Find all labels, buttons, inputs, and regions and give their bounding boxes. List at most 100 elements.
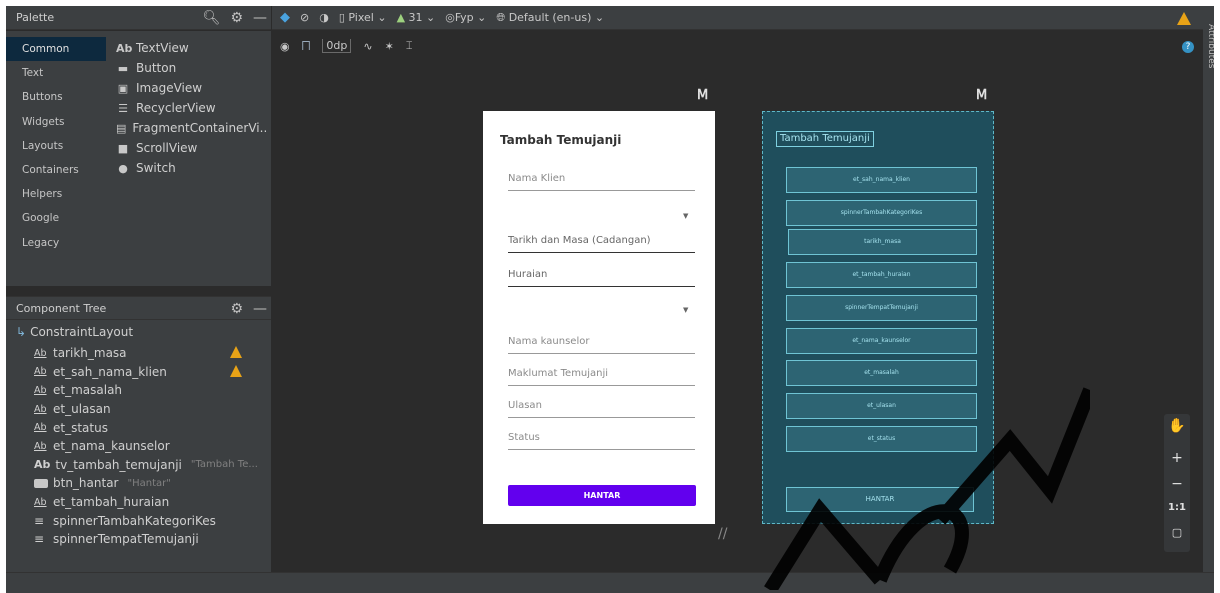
magnet-icon[interactable]: ⨅	[302, 39, 311, 53]
clear-constraints-icon[interactable]: ∿	[363, 40, 372, 53]
palette-category-text[interactable]: Text	[6, 61, 106, 85]
tree-item-label: spinnerTambahKategoriKes	[53, 513, 216, 528]
blueprint-box-spinnertambahkategorikes[interactable]: spinnerTambahKategoriKes	[786, 200, 977, 226]
palette-category-buttons[interactable]: Buttons	[6, 85, 106, 109]
layers-icon[interactable]: ◆	[280, 10, 290, 25]
attributes-tab[interactable]: Attributes	[1206, 24, 1214, 68]
palette-item-imageview[interactable]: ▣ ImageView	[116, 78, 266, 98]
eye-icon[interactable]: ◉	[280, 40, 290, 53]
tree-item-spinnertempattemujanji[interactable]: ≡ spinnerTempatTemujanji	[34, 530, 264, 549]
component-tree-title: Component Tree	[16, 301, 107, 315]
gear-icon[interactable]: ⚙	[230, 301, 243, 317]
android-studio-layout-editor: Palette 🔍︎ ⚙ — Common Text Buttons Widgets L…	[6, 6, 1214, 593]
tree-item-tv-tambah-temujanji[interactable]: Ab tv_tambah_temujanji "Tambah Te...	[34, 456, 264, 475]
design-field-status[interactable]: Status	[508, 432, 695, 450]
tree-item-et-nama-kaunselor[interactable]: Ab et_nama_kaunselor	[34, 437, 264, 456]
tree-item-text: "Hantar"	[127, 477, 171, 489]
resize-handle-icon[interactable]: //	[718, 526, 727, 542]
design-canvas[interactable]	[272, 62, 1203, 572]
design-field-maklumat-temujanji[interactable]: Maklumat Temujanji	[508, 368, 695, 386]
image-icon: ▣	[117, 81, 129, 95]
design-title: Tambah Temujanji	[500, 133, 622, 147]
palette-item-recyclerview[interactable]: ☰ RecyclerView	[116, 98, 266, 118]
blueprint-box-tarikh-masa[interactable]: tarikh_masa	[788, 229, 977, 255]
palette-category-containers[interactable]: Containers	[6, 158, 106, 182]
guidelines-icon[interactable]: ⌶	[406, 39, 413, 53]
blueprint-preview[interactable]: Tambah Temujanji HANTAR et_sah_nama_klie…	[762, 111, 994, 524]
device-selector[interactable]: ▯ Pixel ⌄	[339, 11, 387, 24]
palette-category-legacy[interactable]: Legacy	[6, 231, 106, 255]
zoom-in-icon[interactable]: +	[1164, 450, 1190, 466]
attributes-strip[interactable]	[1203, 6, 1214, 593]
blueprint-box-et-status[interactable]: et_status	[786, 426, 977, 452]
palette-category-common[interactable]: Common	[6, 37, 106, 62]
palette-item-textview[interactable]: Ab TextView	[116, 38, 266, 58]
tree-item-spinnertambahkategorikes[interactable]: ≡ spinnerTambahKategoriKes	[34, 511, 264, 530]
warning-icon[interactable]	[230, 364, 242, 377]
warning-icon[interactable]	[230, 346, 242, 358]
blueprint-hantar-button[interactable]: HANTAR	[786, 487, 974, 512]
api-selector[interactable]: ▲ 31 ⌄	[397, 11, 436, 24]
help-icon[interactable]: ?	[1182, 41, 1194, 53]
tree-item-tarikh-masa[interactable]: Ab tarikh_masa	[34, 344, 264, 363]
blueprint-box-et-sah-nama-klien[interactable]: et_sah_nama_klien	[786, 167, 977, 193]
design-field-nama-klien[interactable]: Nama Klien	[508, 173, 695, 191]
design-field-nama-kaunselor[interactable]: Nama kaunselor	[508, 336, 695, 354]
design-field-huraian[interactable]: Huraian	[508, 269, 695, 287]
infer-constraints-icon[interactable]: ✶	[385, 40, 394, 53]
theme-selector[interactable]: ◎Fyp ⌄	[445, 11, 486, 24]
night-mode-icon[interactable]: ◑	[319, 11, 329, 24]
default-margin-field[interactable]: 0dp	[322, 39, 352, 53]
blueprint-box-et-ulasan[interactable]: et_ulasan	[786, 393, 977, 419]
zoom-reset-button[interactable]: 1:1	[1164, 502, 1190, 513]
wrench-icon[interactable]: 𝖬	[976, 88, 987, 103]
palette-item-scrollview[interactable]: ■ ScrollView	[116, 138, 266, 158]
design-preview[interactable]: Tambah Temujanji HANTAR Nama Klien ▼ Tarik…	[483, 111, 715, 524]
tree-root[interactable]: ↳ ConstraintLayout	[16, 325, 133, 339]
tree-item-btn-hantar[interactable]: btn_hantar "Hantar"	[34, 474, 264, 493]
zoom-out-icon[interactable]: −	[1164, 476, 1190, 492]
spinner-arrow-icon[interactable]: ▼	[683, 212, 688, 220]
minimize-icon[interactable]: —	[253, 301, 267, 317]
blueprint-box-et-masalah[interactable]: et_masalah	[786, 360, 977, 386]
minimize-icon[interactable]: —	[253, 10, 267, 26]
design-field-ulasan[interactable]: Ulasan	[508, 400, 695, 418]
palette-category-widgets[interactable]: Widgets	[6, 110, 106, 134]
wrench-icon[interactable]: 𝖬	[697, 88, 708, 103]
edittext-icon: Ab	[34, 347, 47, 359]
palette-item-switch[interactable]: ● Switch	[116, 158, 266, 178]
palette-panel: Common Text Buttons Widgets Layouts Container…	[6, 31, 271, 286]
tree-item-et-sah-nama-klien[interactable]: Ab et_sah_nama_klien	[34, 363, 264, 382]
spinner-arrow-icon[interactable]: ▼	[683, 306, 688, 314]
tree-item-et-masalah[interactable]: Ab et_masalah	[34, 381, 264, 400]
locale-label: Default (en-us)	[508, 10, 592, 24]
no-view-icon[interactable]: ⊘	[300, 11, 309, 24]
palette-item-button[interactable]: ▬ Button	[116, 58, 266, 78]
design-field-tarikh-dan-masa-cadangan[interactable]: Tarikh dan Masa (Cadangan)	[508, 235, 695, 253]
blueprint-box-spinnertempattemujanji[interactable]: spinnerTempatTemujanji	[786, 295, 977, 321]
palette-category-layouts[interactable]: Layouts	[6, 134, 106, 158]
locale-selector[interactable]: 🌐︎ Default (en-us) ⌄	[496, 11, 604, 25]
design-hantar-button[interactable]: HANTAR	[508, 485, 696, 506]
editor-toolbar: ◆ ⊘ ◑ ▯ Pixel ⌄ ▲ 31 ⌄ ◎Fyp ⌄ 🌐︎ Default…	[272, 6, 1214, 30]
palette-item-label: ImageView	[136, 81, 203, 95]
tree-item-et-status[interactable]: Ab et_status	[34, 418, 264, 437]
search-icon[interactable]: 🔍︎	[203, 10, 221, 26]
palette-category-helpers[interactable]: Helpers	[6, 182, 106, 206]
palette-item-fragmentcontainervi[interactable]: ▤ FragmentContainerVi...	[116, 118, 266, 138]
tree-item-et-tambah-huraian[interactable]: Ab et_tambah_huraian	[34, 493, 264, 512]
blueprint-box-et-nama-kaunselor[interactable]: et_nama_kaunselor	[786, 328, 977, 354]
tree-item-label: tarikh_masa	[53, 346, 127, 361]
component-tree-header: Component Tree ⚙ —	[6, 296, 271, 320]
blueprint-title[interactable]: Tambah Temujanji	[776, 131, 874, 147]
palette-category-google[interactable]: Google	[6, 206, 106, 230]
gear-icon[interactable]: ⚙	[230, 10, 243, 26]
tree-item-et-ulasan[interactable]: Ab et_ulasan	[34, 400, 264, 419]
constraint-layout-icon: ↳	[16, 325, 27, 339]
fit-screen-icon[interactable]: ▢	[1164, 526, 1190, 539]
blueprint-box-et-tambah-huraian[interactable]: et_tambah_huraian	[786, 262, 977, 288]
warning-icon[interactable]	[1177, 12, 1191, 25]
pan-icon[interactable]: ✋	[1164, 418, 1190, 434]
list-icon: ☰	[118, 101, 128, 115]
tree-item-label: et_status	[53, 420, 108, 435]
